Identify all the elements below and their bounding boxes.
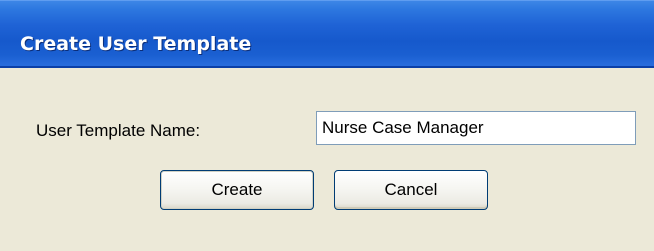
template-name-label: User Template Name:	[36, 121, 201, 140]
dialog-body: User Template Name: Create Cancel	[0, 68, 654, 251]
create-button[interactable]: Create	[160, 170, 314, 210]
title-bar[interactable]: Create User Template	[0, 0, 654, 68]
create-user-template-dialog: Create User Template User Template Name:…	[0, 0, 654, 251]
dialog-title: Create User Template	[20, 33, 252, 55]
cancel-button[interactable]: Cancel	[334, 170, 488, 210]
template-name-input[interactable]	[316, 111, 636, 145]
